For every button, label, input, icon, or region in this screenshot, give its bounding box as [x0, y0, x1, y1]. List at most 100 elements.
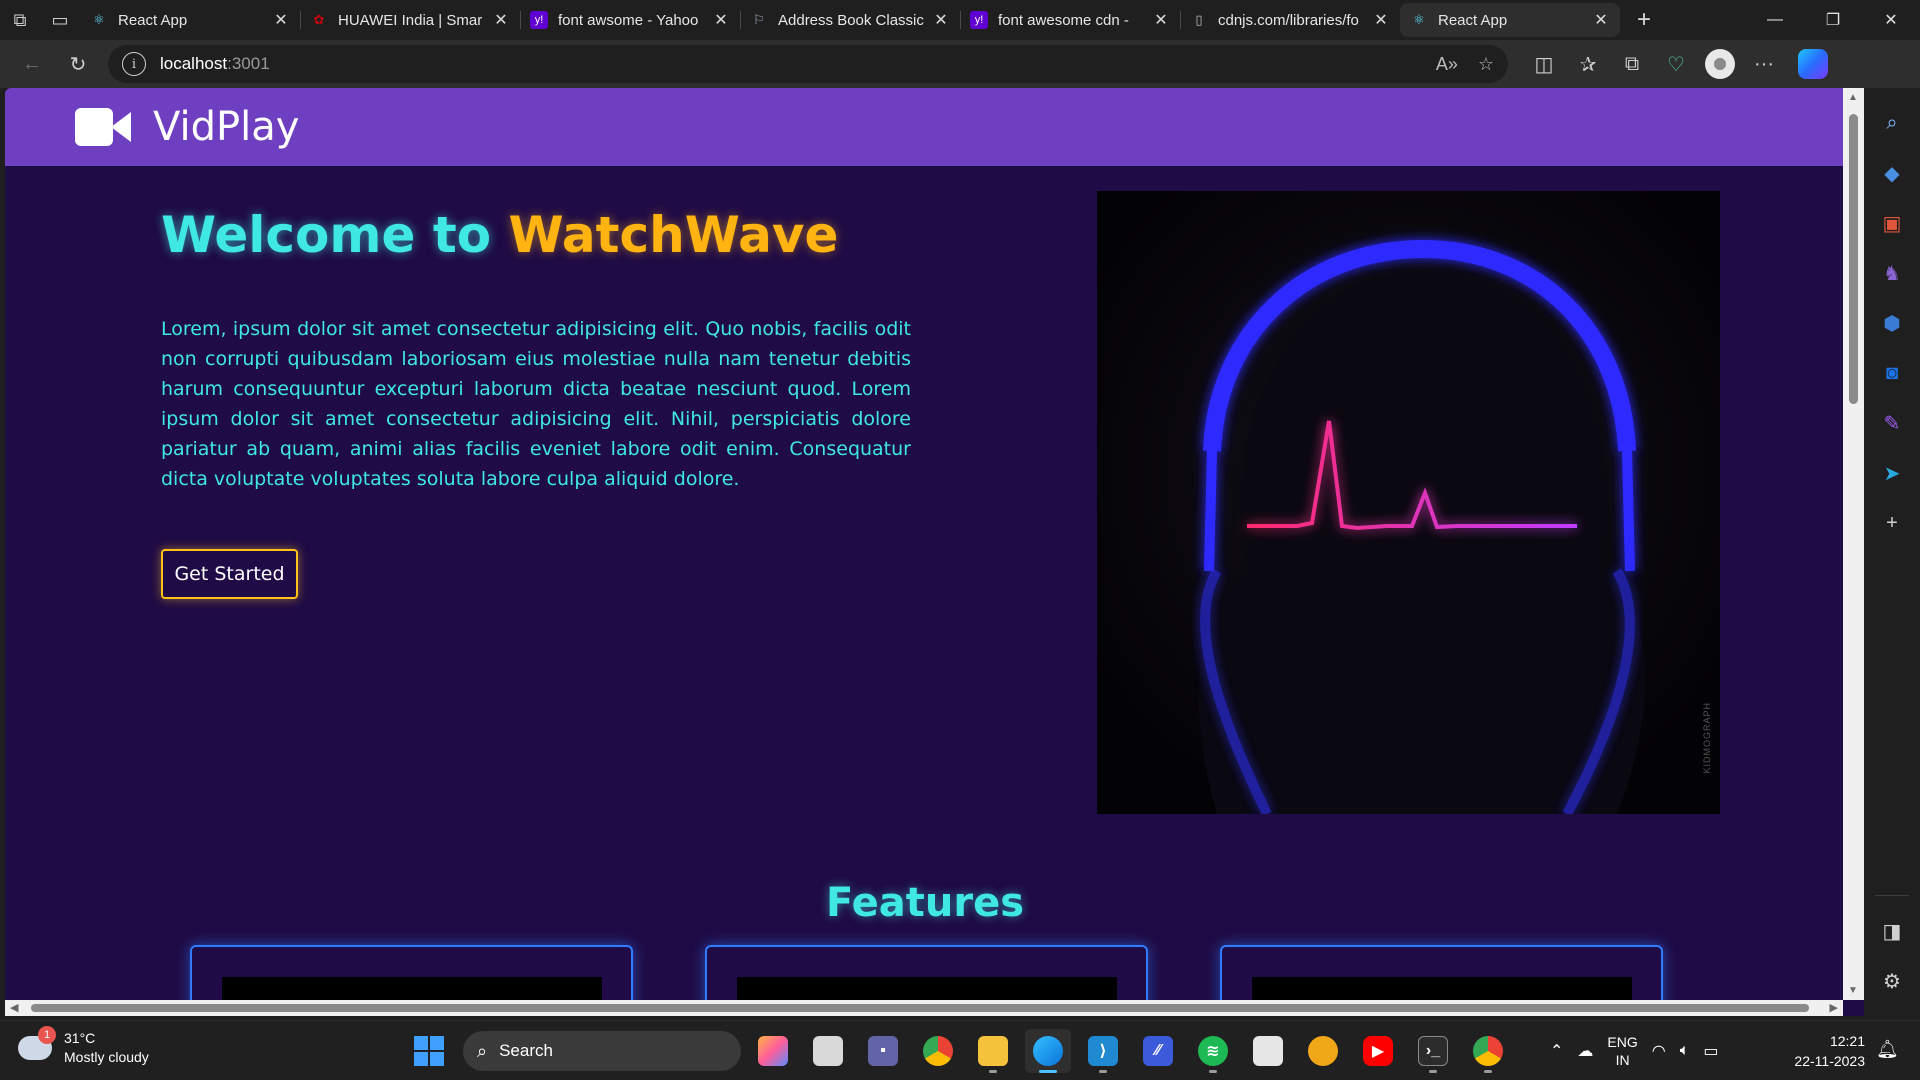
- notification-bell-icon[interactable]: 🔔︎: [1876, 1039, 1899, 1060]
- more-options-icon[interactable]: ···: [1744, 46, 1784, 82]
- spotify-app[interactable]: ≋: [1190, 1029, 1236, 1073]
- search-label: Search: [499, 1041, 553, 1060]
- file-explorer-app[interactable]: [970, 1029, 1016, 1073]
- medal-app[interactable]: [1300, 1029, 1346, 1073]
- close-tab-icon[interactable]: ✕: [932, 10, 950, 30]
- refresh-icon[interactable]: ↻: [58, 46, 98, 82]
- chevron-up-icon[interactable]: ⌃: [1550, 1041, 1563, 1061]
- store-icon: [1253, 1036, 1283, 1066]
- hide-sidebar-icon[interactable]: ◨: [1874, 913, 1910, 949]
- vertical-scrollbar[interactable]: ▲ ▼: [1843, 88, 1864, 1000]
- chrome-app[interactable]: [915, 1029, 961, 1073]
- youtube-app[interactable]: ▶: [1355, 1029, 1401, 1073]
- search-icon[interactable]: ⌕: [1874, 105, 1910, 141]
- language-indicator[interactable]: ENG IN: [1607, 1033, 1637, 1069]
- split-screen-icon[interactable]: ◫: [1524, 46, 1564, 82]
- scroll-left-arrow[interactable]: ◀: [10, 1001, 18, 1014]
- copilot-app[interactable]: [750, 1029, 796, 1073]
- yahoo-icon: y!: [530, 11, 548, 29]
- url-port: :3001: [227, 54, 270, 73]
- tab-title: cdnjs.com/libraries/fo: [1218, 11, 1359, 29]
- browser-tab[interactable]: y! font awsome - Yahoo ✕: [520, 3, 741, 37]
- headphones-heartbeat-illustration: [1097, 191, 1720, 814]
- send-icon[interactable]: ➤: [1874, 455, 1910, 491]
- games-icon[interactable]: ♞: [1874, 255, 1910, 291]
- close-tab-icon[interactable]: ✕: [272, 10, 290, 30]
- battery-icon[interactable]: ▭: [1703, 1041, 1718, 1061]
- search-icon: ⌕: [477, 1040, 488, 1061]
- tab-title: Address Book Classic: [778, 11, 924, 29]
- task-view-app[interactable]: [805, 1029, 851, 1073]
- scrollbar-thumb[interactable]: [31, 1004, 1809, 1012]
- outlook-icon[interactable]: ◙: [1874, 355, 1910, 391]
- settings-icon[interactable]: ⚙: [1874, 963, 1910, 999]
- close-window-icon[interactable]: ✕: [1862, 0, 1920, 40]
- close-tab-icon[interactable]: ✕: [712, 10, 730, 30]
- app-icon[interactable]: ∕∕: [1135, 1029, 1181, 1073]
- copilot-icon[interactable]: [1798, 49, 1828, 79]
- scroll-up-arrow[interactable]: ▲: [1848, 92, 1858, 103]
- weather-temperature: 31°C: [64, 1030, 96, 1046]
- weather-widget[interactable]: 1 31°C Mostly cloudy: [18, 1026, 149, 1067]
- close-tab-icon[interactable]: ✕: [1592, 10, 1610, 30]
- scroll-right-arrow[interactable]: ▶: [1830, 1001, 1838, 1014]
- browser-tab[interactable]: ⚛ React App ✕: [80, 3, 301, 37]
- tab-title: React App: [118, 11, 188, 29]
- add-icon[interactable]: +: [1874, 505, 1910, 541]
- flag-icon: ⚐: [753, 12, 765, 27]
- restore-icon[interactable]: ❐: [1804, 0, 1862, 40]
- onedrive-icon[interactable]: ☁: [1577, 1041, 1593, 1061]
- taskbar-search[interactable]: ⌕ Search: [463, 1031, 741, 1071]
- scrollbar-thumb[interactable]: [1849, 114, 1858, 404]
- vscode-app[interactable]: ⟩: [1080, 1029, 1126, 1073]
- edge-icon: [1033, 1036, 1063, 1066]
- volume-icon[interactable]: 🔈︎: [1680, 1042, 1690, 1060]
- browser-tab-active[interactable]: ⚛ React App ✕: [1400, 3, 1620, 37]
- tab-title: font awesome cdn -: [998, 11, 1129, 29]
- markup-icon: ∕∕: [1143, 1036, 1173, 1066]
- terminal-app[interactable]: ›_: [1410, 1029, 1456, 1073]
- windows-taskbar: 1 31°C Mostly cloudy ⌕ Search ▪ ⟩ ∕∕ ≋ ▶…: [0, 1020, 1920, 1080]
- profile-avatar[interactable]: [1700, 46, 1740, 82]
- collections-icon[interactable]: ⧉: [1612, 46, 1652, 82]
- back-icon[interactable]: ←: [12, 46, 52, 82]
- clock[interactable]: 12:21 22-11-2023: [1785, 1031, 1865, 1071]
- close-tab-icon[interactable]: ✕: [1372, 10, 1390, 30]
- read-aloud-icon[interactable]: A»: [1436, 54, 1458, 75]
- teams-app[interactable]: ▪: [860, 1029, 906, 1073]
- favorite-star-icon[interactable]: ☆: [1478, 54, 1494, 75]
- brand-name[interactable]: VidPlay: [153, 104, 299, 150]
- browser-tab[interactable]: ✿ HUAWEI India | Smar ✕: [300, 3, 521, 37]
- notification-badge: 1: [38, 1026, 56, 1044]
- shopping-tag-icon[interactable]: ◆: [1874, 155, 1910, 191]
- get-started-button[interactable]: Get Started: [161, 549, 298, 599]
- close-tab-icon[interactable]: ✕: [492, 10, 510, 30]
- designer-icon[interactable]: ✎: [1874, 405, 1910, 441]
- browser-essentials-icon[interactable]: ♡: [1656, 46, 1696, 82]
- tools-icon[interactable]: ▣: [1874, 205, 1910, 241]
- site-info-icon[interactable]: i: [122, 52, 146, 76]
- wifi-icon[interactable]: ◠: [1652, 1041, 1666, 1061]
- tab-actions-icon[interactable]: ▭: [40, 0, 80, 40]
- start-button[interactable]: [414, 1036, 444, 1066]
- teams-chat-icon: ▪: [868, 1036, 898, 1066]
- workspaces-icon[interactable]: ⧉: [0, 0, 40, 40]
- chrome-icon: [923, 1036, 953, 1066]
- scroll-down-arrow[interactable]: ▼: [1848, 985, 1858, 996]
- minimize-icon[interactable]: —: [1746, 0, 1804, 40]
- browser-tab[interactable]: y! font awesome cdn - ✕: [960, 3, 1181, 37]
- browser-tab[interactable]: ⚐ Address Book Classic ✕: [740, 3, 961, 37]
- horizontal-scrollbar[interactable]: ◀ ▶: [5, 1000, 1843, 1016]
- browser-tab[interactable]: ▯ cdnjs.com/libraries/fo ✕: [1180, 3, 1400, 37]
- taskbar-apps: ⌕ Search ▪ ⟩ ∕∕ ≋ ▶ ›_: [414, 1029, 1511, 1073]
- close-tab-icon[interactable]: ✕: [1152, 10, 1170, 30]
- spotify-icon: ≋: [1198, 1036, 1228, 1066]
- microsoft-365-icon[interactable]: ⬢: [1874, 305, 1910, 341]
- address-bar[interactable]: i localhost:3001 A» ☆: [108, 45, 1508, 83]
- new-tab-button[interactable]: +: [1624, 3, 1664, 37]
- hero-description: Lorem, ipsum dolor sit amet consectetur …: [161, 318, 911, 490]
- edge-app[interactable]: [1025, 1029, 1071, 1073]
- favorites-icon[interactable]: ✰: [1568, 46, 1608, 82]
- store-app[interactable]: [1245, 1029, 1291, 1073]
- chrome-profile-app[interactable]: [1465, 1029, 1511, 1073]
